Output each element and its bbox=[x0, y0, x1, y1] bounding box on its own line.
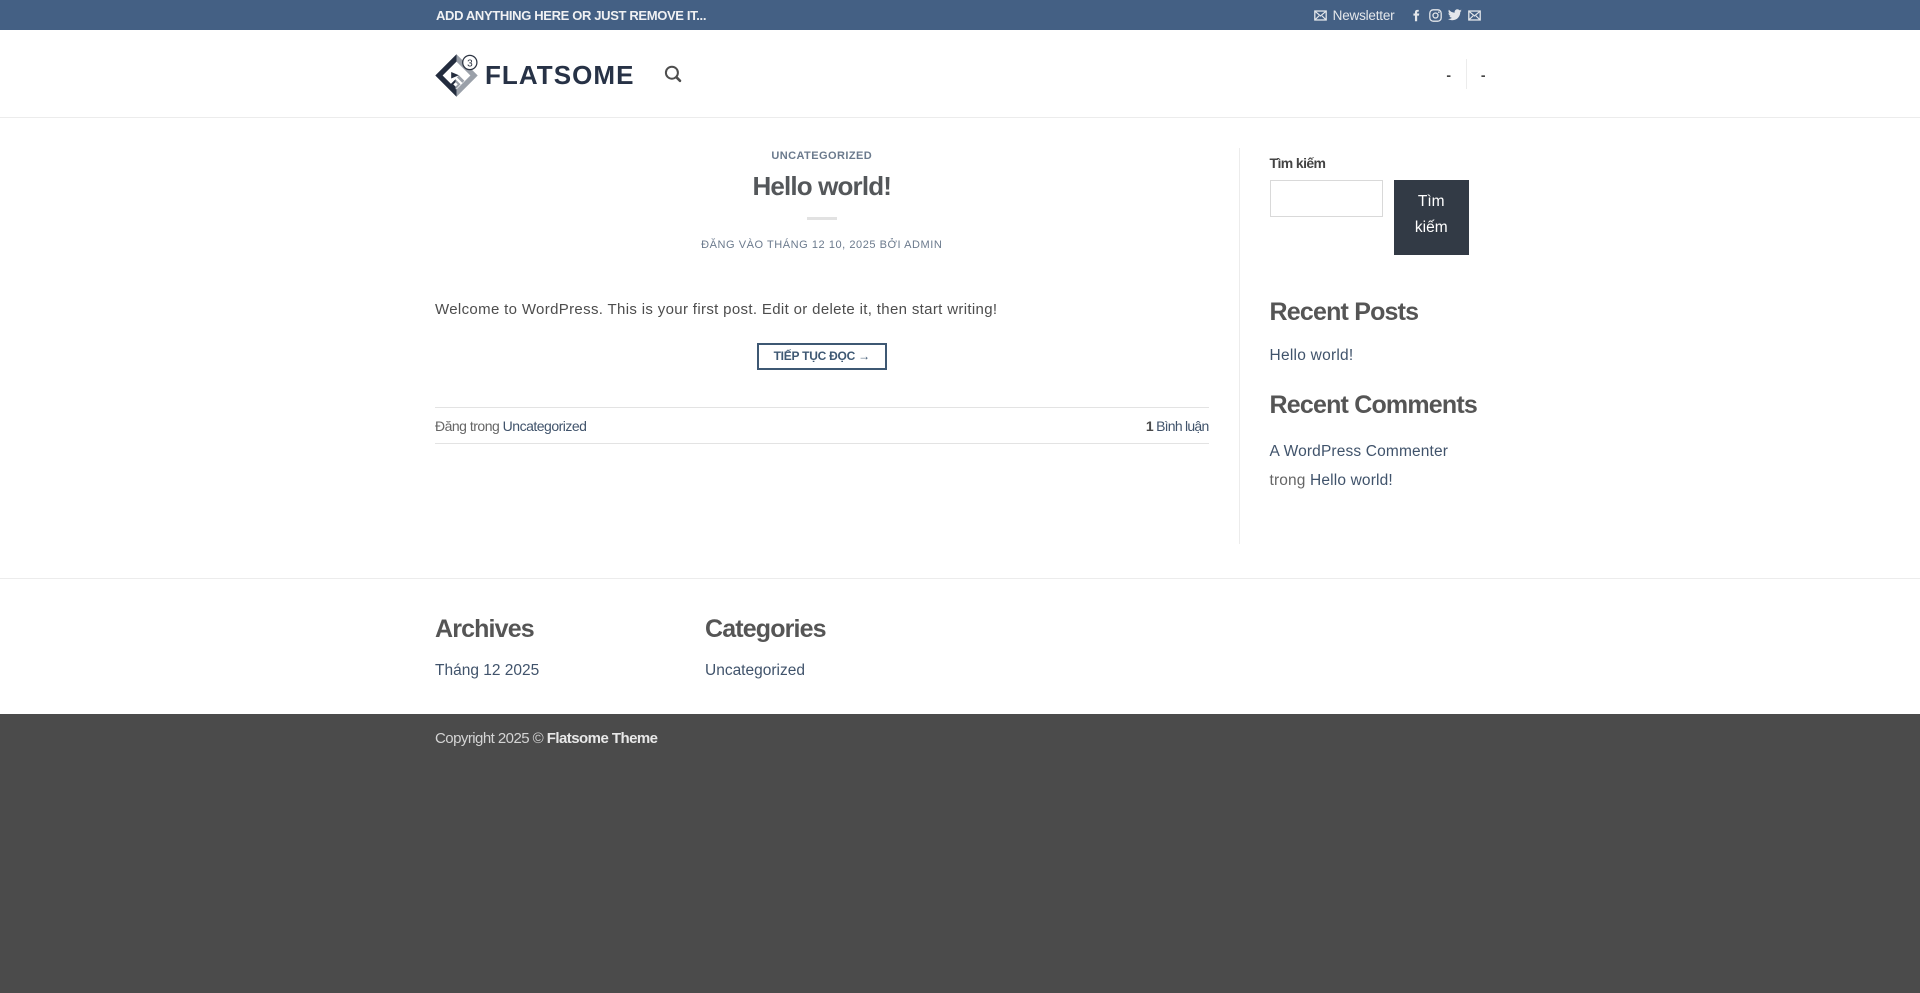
svg-text:3: 3 bbox=[467, 58, 473, 69]
